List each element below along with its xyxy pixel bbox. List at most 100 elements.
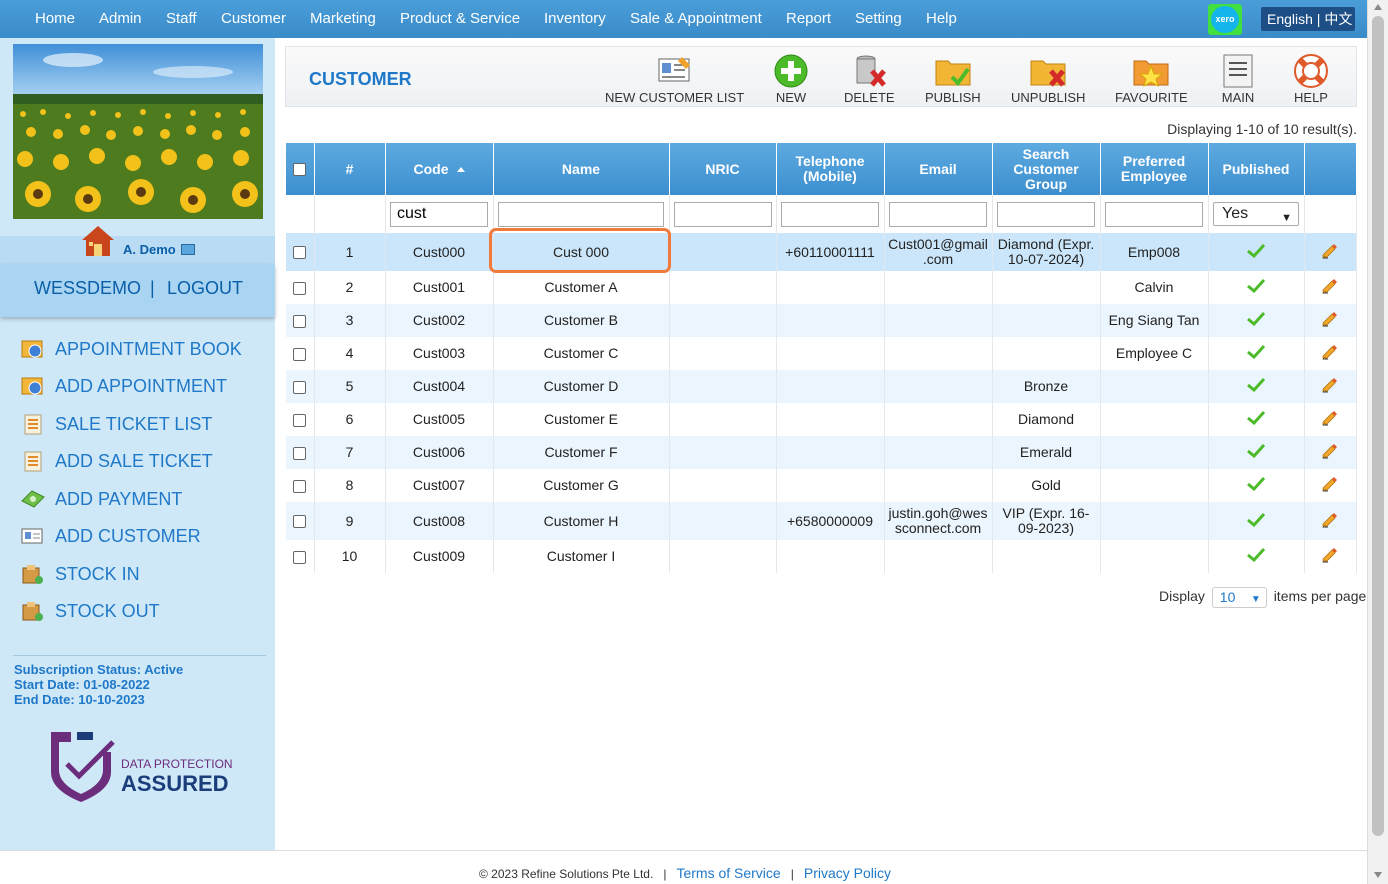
col-name[interactable]: Name xyxy=(493,143,670,195)
row-code[interactable]: Cust000 xyxy=(385,233,494,271)
row-edit[interactable] xyxy=(1304,370,1357,403)
row-edit[interactable] xyxy=(1304,403,1357,436)
select-all-checkbox[interactable] xyxy=(293,163,307,177)
col-telephone[interactable]: Telephone (Mobile) xyxy=(776,143,885,195)
col-email[interactable]: Email xyxy=(884,143,993,195)
favourite-button[interactable]: FAVOURITE xyxy=(1115,53,1188,105)
row-edit[interactable] xyxy=(1304,337,1357,370)
row-name[interactable]: Customer G xyxy=(493,469,670,502)
scroll-up-icon[interactable] xyxy=(1374,4,1382,10)
table-row[interactable]: 7 Cust006 Customer F Emerald xyxy=(286,436,1357,469)
row-checkbox[interactable] xyxy=(293,446,307,460)
group-filter-input[interactable] xyxy=(997,201,1095,227)
row-code[interactable]: Cust006 xyxy=(385,436,494,469)
row-code[interactable]: Cust007 xyxy=(385,469,494,502)
row-checkbox[interactable] xyxy=(293,413,307,427)
table-row[interactable]: 3 Cust002 Customer B Eng Siang Tan xyxy=(286,304,1357,337)
row-published[interactable] xyxy=(1208,436,1305,469)
row-edit[interactable] xyxy=(1304,271,1357,304)
row-published[interactable] xyxy=(1208,304,1305,337)
table-row[interactable]: 9 Cust008 Customer H +6580000009 justin.goh@… xyxy=(286,502,1357,540)
row-checkbox[interactable] xyxy=(293,246,307,260)
row-checkbox[interactable] xyxy=(293,281,307,295)
unpublish-button[interactable]: UNPUBLISH xyxy=(1011,53,1085,105)
col-nric[interactable]: NRIC xyxy=(669,143,777,195)
col-preferred-employee[interactable]: Preferred Employee xyxy=(1100,143,1209,195)
delete-button[interactable]: DELETE xyxy=(844,53,895,105)
row-published[interactable] xyxy=(1208,469,1305,502)
employee-filter-input[interactable] xyxy=(1105,201,1203,227)
table-row[interactable]: 2 Cust001 Customer A Calvin xyxy=(286,271,1357,304)
row-published[interactable] xyxy=(1208,540,1305,573)
row-edit[interactable] xyxy=(1304,540,1357,573)
row-name[interactable]: Customer F xyxy=(493,436,670,469)
new-button[interactable]: NEW xyxy=(772,53,810,105)
nav-home[interactable]: Home xyxy=(35,10,75,27)
row-edit[interactable] xyxy=(1304,304,1357,337)
table-row[interactable]: 10 Cust009 Customer I xyxy=(286,540,1357,573)
row-code[interactable]: Cust005 xyxy=(385,403,494,436)
per-page-select[interactable]: 10 ▼ xyxy=(1211,587,1267,608)
row-checkbox[interactable] xyxy=(293,550,307,564)
new-customer-list-button[interactable]: NEW CUSTOMER LIST xyxy=(605,53,744,105)
nav-inventory[interactable]: Inventory xyxy=(544,10,606,27)
nav-staff[interactable]: Staff xyxy=(166,10,197,27)
language-switch[interactable]: English | 中文 xyxy=(1261,7,1355,31)
row-edit[interactable] xyxy=(1304,233,1357,271)
row-name[interactable]: Customer I xyxy=(493,540,670,573)
row-checkbox[interactable] xyxy=(293,515,307,529)
nric-filter-input[interactable] xyxy=(673,201,772,227)
help-button[interactable]: HELP xyxy=(1292,53,1330,105)
row-checkbox[interactable] xyxy=(293,347,307,361)
row-edit[interactable] xyxy=(1304,502,1357,540)
publish-button[interactable]: PUBLISH xyxy=(925,53,981,105)
name-filter-input[interactable] xyxy=(498,201,664,227)
col-published[interactable]: Published xyxy=(1208,143,1305,195)
row-name[interactable]: Customer B xyxy=(493,304,670,337)
scroll-down-icon[interactable] xyxy=(1374,872,1382,878)
scroll-thumb[interactable] xyxy=(1372,16,1384,836)
table-row[interactable]: 5 Cust004 Customer D Bronze xyxy=(286,370,1357,403)
nav-product-service[interactable]: Product & Service xyxy=(400,10,520,27)
row-published[interactable] xyxy=(1208,337,1305,370)
row-code[interactable]: Cust003 xyxy=(385,337,494,370)
user-name[interactable]: A. Demo xyxy=(123,242,176,257)
row-published[interactable] xyxy=(1208,271,1305,304)
email-filter-input[interactable] xyxy=(889,201,987,227)
row-name[interactable]: Customer D xyxy=(493,370,670,403)
row-name[interactable]: Customer C xyxy=(493,337,670,370)
table-row[interactable]: 8 Cust007 Customer G Gold xyxy=(286,469,1357,502)
nav-report[interactable]: Report xyxy=(786,10,831,27)
vertical-scrollbar[interactable] xyxy=(1367,0,1388,884)
row-published[interactable] xyxy=(1208,502,1305,540)
xero-button[interactable]: xero xyxy=(1208,4,1242,35)
row-published[interactable] xyxy=(1208,233,1305,271)
row-code[interactable]: Cust004 xyxy=(385,370,494,403)
nav-setting[interactable]: Setting xyxy=(855,10,902,27)
row-published[interactable] xyxy=(1208,370,1305,403)
row-code[interactable]: Cust009 xyxy=(385,540,494,573)
row-checkbox[interactable] xyxy=(293,314,307,328)
logout-link[interactable]: LOGOUT xyxy=(167,278,243,299)
terms-link[interactable]: Terms of Service xyxy=(676,865,780,881)
row-published[interactable] xyxy=(1208,403,1305,436)
row-name[interactable]: Cust 000 xyxy=(493,233,670,271)
row-code[interactable]: Cust008 xyxy=(385,502,494,540)
table-row[interactable]: 4 Cust003 Customer C Employee C xyxy=(286,337,1357,370)
nav-help[interactable]: Help xyxy=(926,10,957,27)
table-row[interactable]: 6 Cust005 Customer E Diamond xyxy=(286,403,1357,436)
row-name[interactable]: Customer A xyxy=(493,271,670,304)
row-checkbox[interactable] xyxy=(293,479,307,493)
col-customer-group[interactable]: Search Customer Group xyxy=(992,143,1101,195)
nav-sale-appointment[interactable]: Sale & Appointment xyxy=(630,10,762,27)
row-code[interactable]: Cust002 xyxy=(385,304,494,337)
code-filter-input[interactable] xyxy=(390,201,488,227)
row-edit[interactable] xyxy=(1304,436,1357,469)
row-name[interactable]: Customer E xyxy=(493,403,670,436)
account-name[interactable]: WESSDEMO xyxy=(34,278,141,299)
nav-customer[interactable]: Customer xyxy=(221,10,286,27)
table-row[interactable]: 1 Cust000 Cust 000 +60110001111 Cust001@gmai… xyxy=(286,233,1357,271)
published-filter-select[interactable]: Yes ▼ xyxy=(1213,202,1299,226)
row-name[interactable]: Customer H xyxy=(493,502,670,540)
row-code[interactable]: Cust001 xyxy=(385,271,494,304)
